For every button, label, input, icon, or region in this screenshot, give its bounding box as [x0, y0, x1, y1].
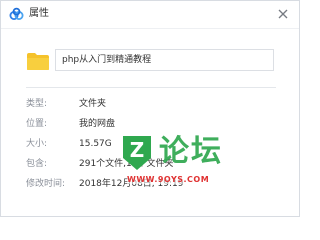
- location-value: 我的网盘: [79, 119, 116, 129]
- type-value: 文件夹: [79, 99, 107, 109]
- detail-row-type: 类型: 文件夹: [1, 96, 299, 112]
- window-title: 属性: [29, 8, 49, 19]
- title-divider: [1, 28, 299, 29]
- detail-row-modified: 修改时间: 2018年12月08日, 19:19: [1, 176, 299, 192]
- title-bar: 属性: [1, 1, 299, 28]
- detail-row-size: 大小: 15.57G: [1, 136, 299, 152]
- modified-label: 修改时间:: [26, 179, 66, 189]
- size-value: 15.57G: [79, 139, 112, 149]
- cloud-app-icon: [9, 7, 24, 22]
- file-name-field[interactable]: php从入门到精通教程: [55, 49, 274, 71]
- type-label: 类型:: [26, 99, 48, 109]
- contains-label: 包含:: [26, 159, 48, 169]
- size-label: 大小:: [26, 139, 48, 149]
- folder-icon: [26, 52, 50, 71]
- location-label: 位置:: [26, 119, 48, 129]
- properties-window: 属性 php从入门到精通教程 类型: 文件夹 位置: 我的网盘 大小: 15.5…: [0, 0, 300, 217]
- contains-value: 291个文件,10个文件夹: [79, 159, 174, 169]
- close-button[interactable]: [273, 4, 293, 24]
- detail-row-contains: 包含: 291个文件,10个文件夹: [1, 156, 299, 172]
- detail-row-location: 位置: 我的网盘: [1, 116, 299, 132]
- section-divider: [26, 87, 276, 88]
- modified-value: 2018年12月08日, 19:19: [79, 179, 184, 189]
- close-icon: [278, 9, 288, 19]
